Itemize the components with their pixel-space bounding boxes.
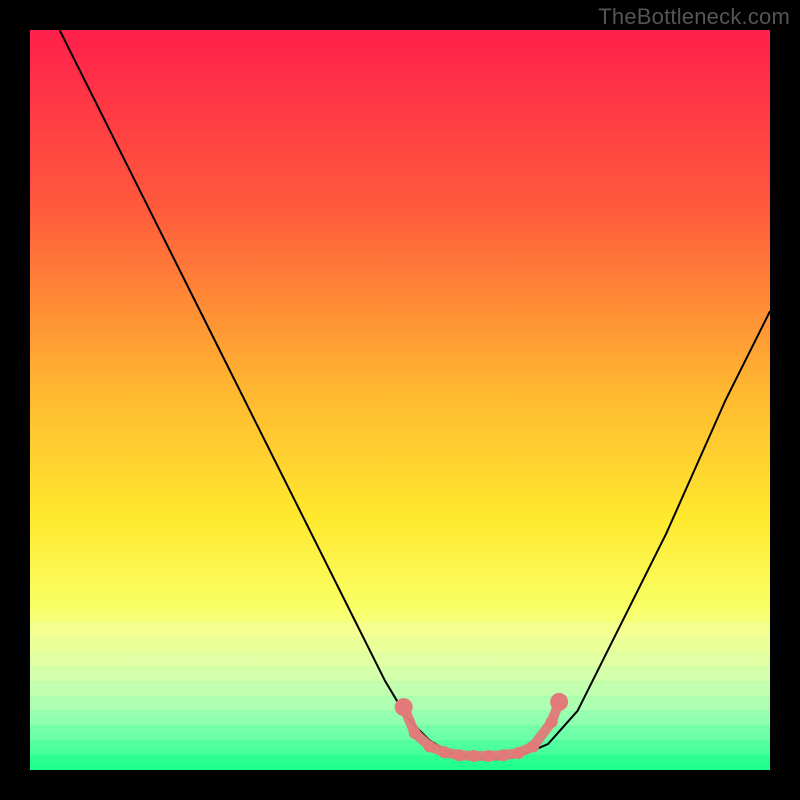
watermark-text: TheBottleneck.com (598, 4, 790, 30)
bottleneck-chart (30, 30, 770, 770)
chart-frame: TheBottleneck.com (0, 0, 800, 800)
green-band-stripes (30, 622, 770, 770)
plot-area (30, 30, 770, 770)
